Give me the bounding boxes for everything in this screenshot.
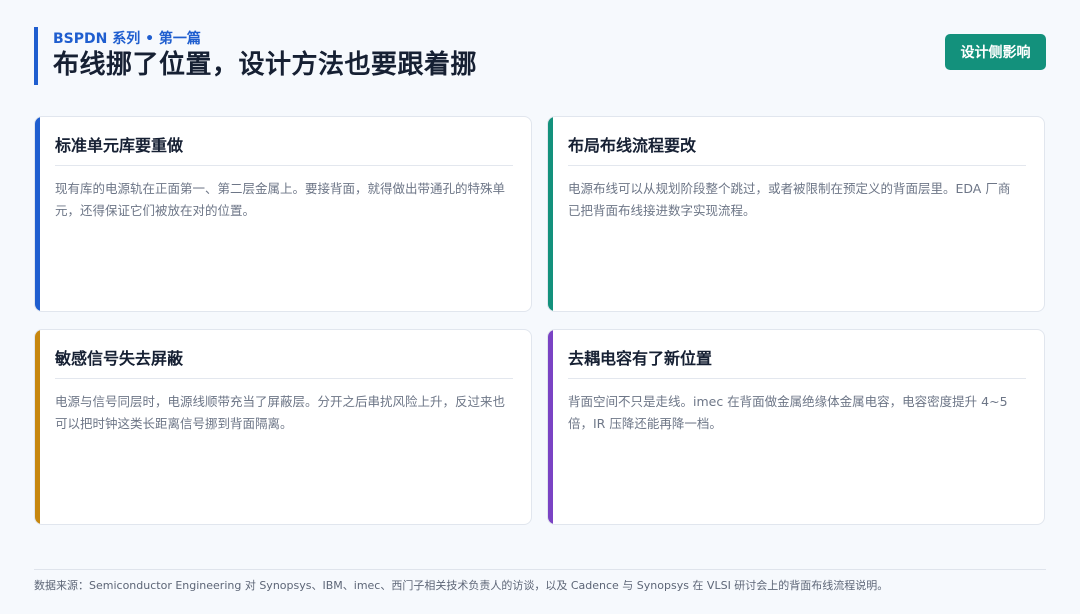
card-body: 电源与信号同层时，电源线顺带充当了屏蔽层。分开之后串扰风险上升，反过来也可以把时… — [55, 394, 506, 431]
header: BSPDN 系列 • 第一篇 布线挪了位置，设计方法也要跟着挪 — [34, 27, 477, 85]
card-decoupling-capacitors: 去耦电容有了新位置 背面空间不只是走线。imec 在背面做金属绝缘体金属电容，电… — [547, 329, 1045, 525]
card-body: 背面空间不只是走线。imec 在背面做金属绝缘体金属电容，电容密度提升 4~5 … — [568, 394, 1008, 431]
card-title: 去耦电容有了新位置 — [568, 349, 713, 368]
card-standard-cell-library: 标准单元库要重做 现有库的电源轨在正面第一、第二层金属上。要接背面，就得做出带通… — [34, 116, 532, 312]
card-body: 现有库的电源轨在正面第一、第二层金属上。要接背面，就得做出带通孔的特殊单元，还得… — [55, 181, 506, 218]
card-signal-shielding: 敏感信号失去屏蔽 电源与信号同层时，电源线顺带充当了屏蔽层。分开之后串扰风险上升… — [34, 329, 532, 525]
series-label: BSPDN 系列 • 第一篇 — [53, 31, 201, 47]
card-accent-bar — [35, 117, 40, 311]
card-divider — [55, 378, 513, 379]
footer-divider — [34, 569, 1046, 570]
card-divider — [568, 378, 1026, 379]
card-title: 标准单元库要重做 — [55, 136, 184, 155]
card-title: 布局布线流程要改 — [568, 136, 697, 155]
card-body: 电源布线可以从规划阶段整个跳过，或者被限制在预定义的背面层里。EDA 厂商已把背… — [568, 181, 1011, 218]
card-accent-bar — [35, 330, 40, 524]
page-title: 布线挪了位置，设计方法也要跟着挪 — [53, 50, 478, 80]
source-note: 数据来源：Semiconductor Engineering 对 Synopsy… — [34, 579, 889, 592]
card-divider — [568, 165, 1026, 166]
card-accent-bar — [548, 330, 553, 524]
card-title: 敏感信号失去屏蔽 — [55, 349, 184, 368]
card-divider — [55, 165, 513, 166]
card-place-and-route-flow: 布局布线流程要改 电源布线可以从规划阶段整个跳过，或者被限制在预定义的背面层里。… — [547, 116, 1045, 312]
card-accent-bar — [548, 117, 553, 311]
category-badge: 设计侧影响 — [945, 34, 1046, 70]
slide: BSPDN 系列 • 第一篇 布线挪了位置，设计方法也要跟着挪 设计侧影响 标准… — [0, 0, 1080, 614]
